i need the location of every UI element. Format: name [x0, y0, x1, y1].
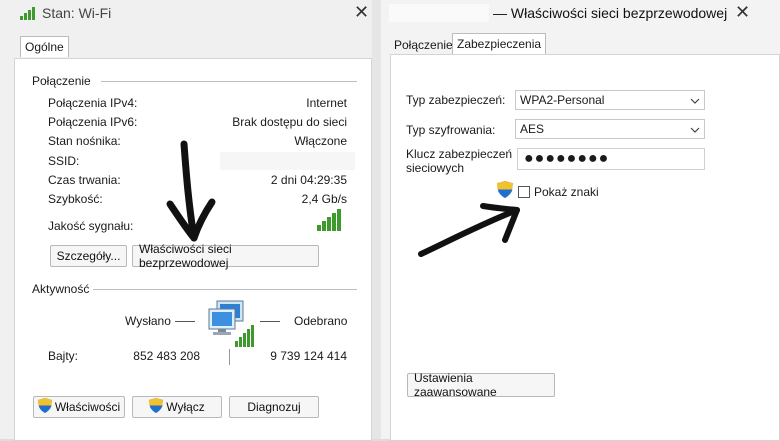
- network-key-input[interactable]: ●●●●●●●●: [517, 148, 705, 170]
- show-characters-checkbox[interactable]: [518, 186, 530, 198]
- activity-group-title: Aktywność: [32, 282, 90, 296]
- general-panel: Połączenie Połączenia IPv4: Internet Poł…: [14, 58, 372, 441]
- sent-label: Wysłano: [125, 314, 171, 328]
- wireless-properties-window: — Właściwości sieci bezprzewodowej ✕ Poł…: [381, 0, 780, 441]
- chevron-down-icon: [690, 93, 700, 107]
- tab-connection[interactable]: Połączenie: [390, 35, 457, 55]
- security-type-select[interactable]: WPA2-Personal: [515, 90, 705, 110]
- hand-drawn-arrow-icon: [417, 198, 527, 263]
- received-label: Odebrano: [294, 314, 348, 328]
- ipv6-label: Połączenia IPv6:: [48, 115, 138, 129]
- hand-drawn-arrow-icon: [164, 140, 224, 248]
- speed-value: 2,4 Gb/s: [301, 192, 347, 206]
- received-dash: [260, 321, 280, 322]
- tab-security[interactable]: Zabezpieczenia: [452, 33, 547, 54]
- network-key-label-line1: Klucz zabezpieczeń: [406, 147, 513, 161]
- bytes-separator: [229, 349, 230, 365]
- network-name-redacted: [389, 4, 489, 22]
- security-type-label: Typ zabezpieczeń:: [406, 93, 506, 107]
- ipv4-value: Internet: [306, 96, 347, 110]
- network-computer-icon: [207, 299, 259, 354]
- status-window: Stan: Wi-Fi ✕ Ogólne Połączenie Połączen…: [0, 0, 372, 441]
- duration-label: Czas trwania:: [48, 173, 121, 187]
- encryption-type-select[interactable]: AES: [515, 119, 705, 139]
- speed-label: Szybkość:: [48, 192, 103, 206]
- signal-bars-icon: [317, 209, 343, 234]
- uac-shield-icon: [149, 398, 164, 416]
- tab-general[interactable]: Ogólne: [20, 36, 69, 57]
- window-divider: [372, 0, 381, 439]
- encryption-type-value: AES: [520, 122, 545, 136]
- media-state-value: Włączone: [294, 134, 347, 148]
- connection-group-title: Połączenie: [32, 74, 91, 88]
- wireless-close-icon[interactable]: ✕: [735, 2, 750, 23]
- ssid-label: SSID:: [48, 154, 80, 168]
- status-window-title: Stan: Wi-Fi: [42, 5, 112, 21]
- status-titlebar: Stan: Wi-Fi ✕: [0, 0, 372, 26]
- media-state-label: Stan nośnika:: [48, 134, 121, 148]
- disable-button-label: Wyłącz: [166, 400, 205, 414]
- security-type-value: WPA2-Personal: [520, 93, 605, 107]
- bytes-label: Bajty:: [48, 349, 79, 363]
- advanced-settings-button[interactable]: Ustawienia zaawansowane: [407, 371, 555, 399]
- show-characters-label[interactable]: Pokaż znaki: [534, 185, 599, 199]
- uac-shield-icon: [37, 398, 52, 416]
- chevron-down-icon: [690, 122, 700, 136]
- details-button[interactable]: Szczegóły...: [50, 245, 127, 267]
- encryption-type-label: Typ szyfrowania:: [406, 123, 496, 137]
- sent-dash: [175, 321, 195, 322]
- bytes-sent-value: 852 483 208: [133, 349, 200, 363]
- network-key-label-line2: sieciowych: [406, 161, 465, 175]
- ssid-value-redacted: [220, 152, 355, 170]
- properties-button-label: Właściwości: [54, 400, 121, 414]
- properties-button[interactable]: Właściwości: [33, 396, 125, 418]
- wireless-properties-button[interactable]: Właściwości sieci bezprzewodowej: [132, 242, 319, 270]
- wireless-window-title: — Właściwości sieci bezprzewodowej: [493, 5, 728, 21]
- diagnose-button[interactable]: Diagnozuj: [229, 396, 319, 418]
- ipv6-value: Brak dostępu do sieci: [232, 115, 347, 129]
- disable-button[interactable]: Wyłącz: [132, 396, 222, 418]
- signal-quality-label: Jakość sygnału:: [48, 219, 134, 233]
- wireless-titlebar: — Właściwości sieci bezprzewodowej ✕: [381, 0, 780, 26]
- activity-group-line: [93, 289, 357, 290]
- wifi-signal-title-icon: [20, 6, 38, 23]
- status-close-icon[interactable]: ✕: [354, 2, 369, 23]
- bytes-received-value: 9 739 124 414: [270, 349, 347, 363]
- ipv4-label: Połączenia IPv4:: [48, 96, 138, 110]
- duration-value: 2 dni 04:29:35: [270, 173, 347, 187]
- connection-group-line: [101, 81, 357, 82]
